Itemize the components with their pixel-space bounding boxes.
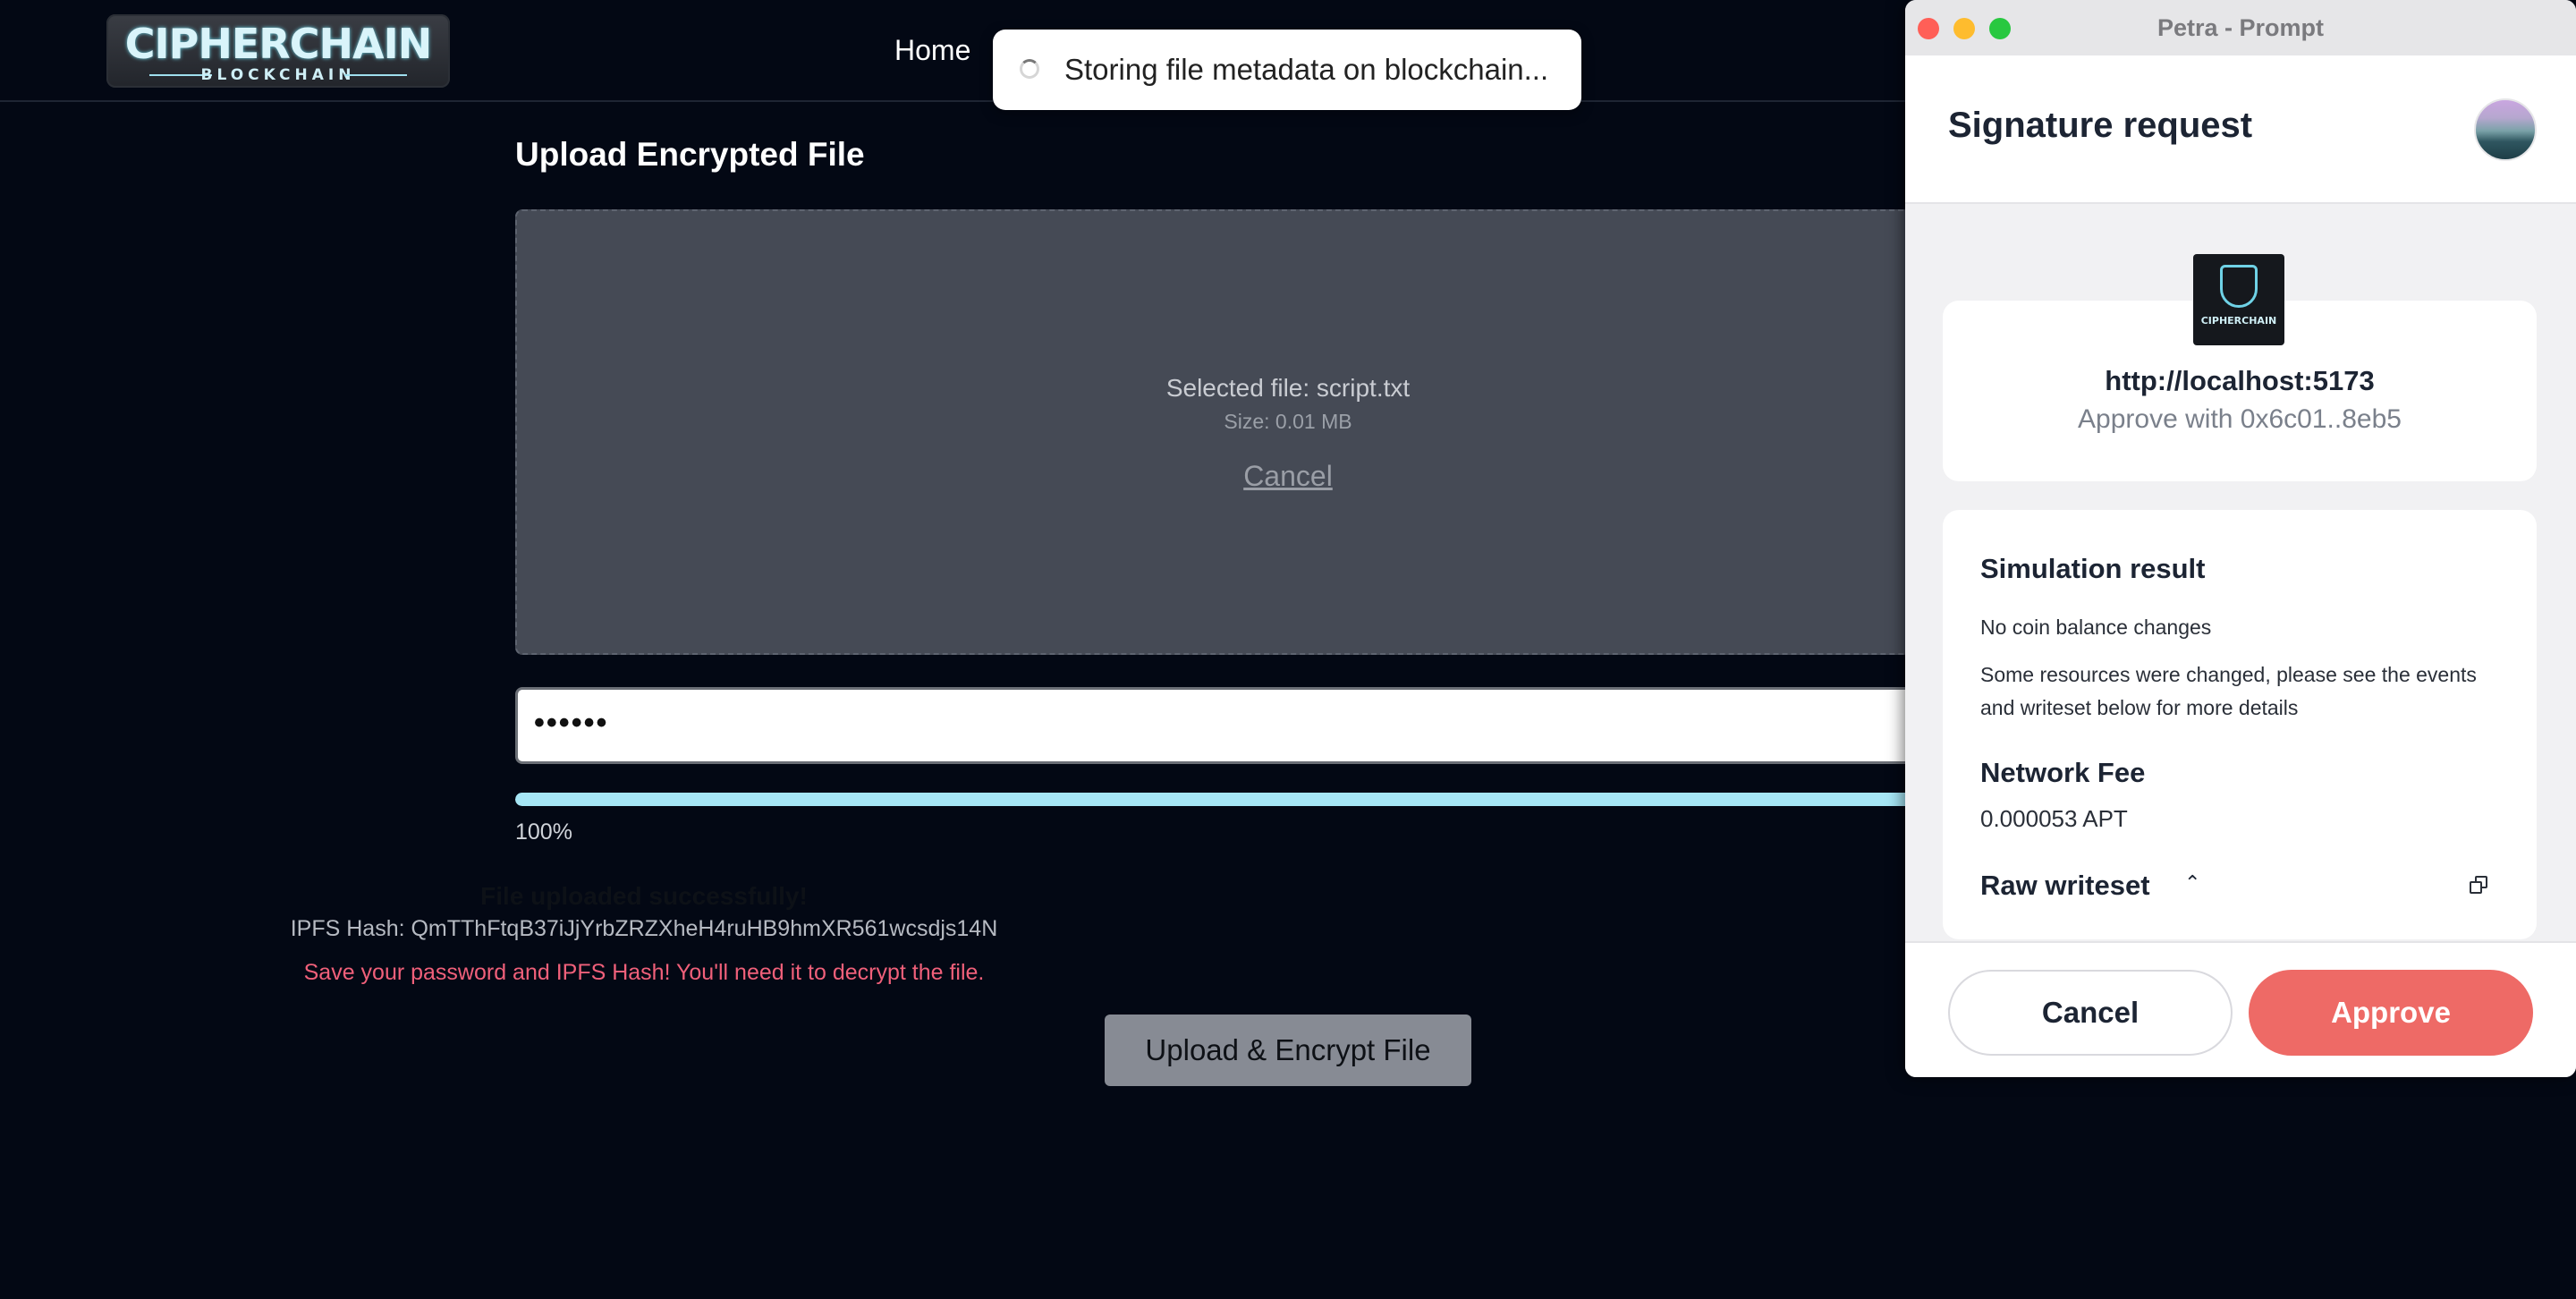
dapp-logo-icon: CIPHERCHAIN [2193, 254, 2284, 345]
upload-success-text: File uploaded successfully! [480, 882, 808, 910]
toast-message: Storing file metadata on blockchain... [1064, 53, 1549, 86]
copy-icon[interactable] [2470, 876, 2487, 894]
copy-icon-front [2470, 881, 2482, 894]
approve-button[interactable]: Approve [2249, 970, 2533, 1056]
raw-writeset-toggle[interactable]: Raw writeset [1980, 870, 2150, 902]
logo-divider-right [344, 74, 407, 76]
cipherchain-logo[interactable]: CIPHERCHAIN BLOCKCHAIN [106, 14, 450, 88]
cancel-button[interactable]: Cancel [1948, 970, 2233, 1056]
logo-title: CIPHERCHAIN [124, 20, 432, 68]
signature-request-title: Signature request [1948, 106, 2253, 145]
account-avatar[interactable] [2474, 98, 2537, 161]
upload-progress-label: 100% [515, 819, 572, 845]
ipfs-hash-text: IPFS Hash: QmTThFtqB37iJjYrbZRZXheH4ruHB… [290, 916, 998, 941]
signature-request-header: Signature request [1905, 55, 2576, 204]
nav-home-link[interactable]: Home [894, 34, 970, 67]
cancel-file-link[interactable]: Cancel [517, 460, 2059, 493]
upload-progress-fill [515, 793, 1946, 806]
simulation-card: Simulation result No coin balance change… [1943, 510, 2537, 939]
selected-file-name: Selected file: script.txt [1165, 374, 1411, 402]
upload-title: Upload Encrypted File [515, 136, 865, 173]
chevron-up-icon[interactable]: ⌃ [2184, 871, 2200, 895]
upload-encrypt-button[interactable]: Upload & Encrypt File [1105, 1015, 1471, 1086]
password-input[interactable]: •••••• [515, 687, 1946, 764]
simulation-balance-text: No coin balance changes [1980, 616, 2212, 639]
selected-file-size: Size: 0.01 MB [1224, 410, 1352, 433]
shield-icon [2220, 265, 2258, 308]
origin-url: http://localhost:5173 [2105, 365, 2375, 396]
simulation-title: Simulation result [1980, 553, 2206, 584]
network-fee-value: 0.000053 APT [1980, 805, 2128, 832]
loading-spinner-icon [1020, 59, 1039, 79]
dapp-logo-caption: CIPHERCHAIN [2200, 315, 2277, 327]
network-fee-title: Network Fee [1980, 757, 2146, 788]
simulation-resources-text: Some resources were changed, please see … [1980, 663, 2477, 719]
window-titlebar[interactable]: Petra - Prompt [1905, 0, 2576, 56]
window-title: Petra - Prompt [2157, 14, 2325, 41]
save-warning-text: Save your password and IPFS Hash! You'll… [303, 960, 985, 985]
status-toast: Storing file metadata on blockchain... [993, 30, 1581, 110]
app-background: CIPHERCHAIN BLOCKCHAIN Home Upload Encry… [0, 0, 2576, 1299]
upload-progress-bar [515, 793, 1946, 806]
approve-with-account: Approve with 0x6c01..8eb5 [2078, 404, 2402, 434]
petra-wallet-window: Petra - Prompt Signature request http://… [1905, 0, 2576, 1077]
file-dropzone[interactable]: Selected file: script.txt Size: 0.01 MB … [515, 209, 1911, 655]
action-footer: Cancel Approve [1905, 941, 2576, 1077]
